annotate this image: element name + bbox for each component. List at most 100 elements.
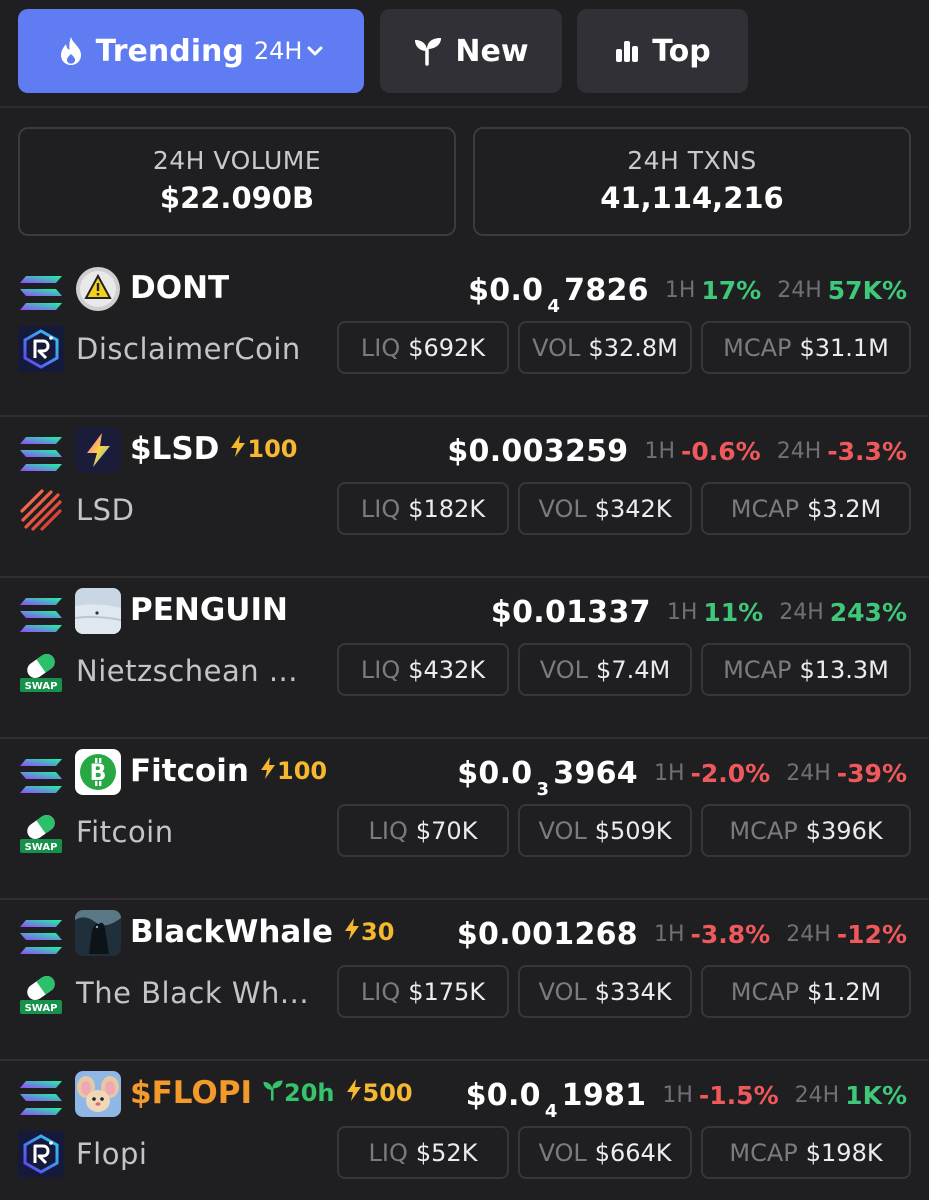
market-cap-value: $1.2M [807,977,882,1006]
volume-pill: VOL $509K [518,804,692,857]
liquidity-pill: LIQ $52K [337,1126,509,1179]
token-row[interactable]: DONT $0.0 4 7826 1H 17% 24H 57K% Disclaime… [0,256,929,417]
change-1h-value: -2.0% [690,758,771,788]
market-cap-pill: MCAP $396K [701,804,911,857]
change-24h-value: 243% [829,597,907,627]
change-1h-value: -0.6% [681,436,761,466]
bar-chart-icon [614,38,640,64]
price-zero-count: 4 [544,1100,558,1122]
tab-trending[interactable]: Trending 24H [18,9,364,93]
sprout-icon [262,1079,284,1107]
volume-label: VOL [539,655,589,684]
tab-top-label: Top [652,33,711,69]
lsd-stripes-icon [18,487,64,533]
txns-stat-value: 41,114,216 [600,181,784,215]
volume-value: $334K [594,977,672,1006]
market-cap-label: MCAP [730,977,800,1006]
volume-pill: VOL $32.8M [518,321,692,374]
market-cap-pill: MCAP $3.2M [701,482,911,535]
change-24h-value: -12% [836,919,907,949]
tab-new-label: New [455,33,529,69]
volume-pill: VOL $7.4M [518,643,692,696]
price-line: $0.0 4 7826 1H 17% 24H 57K% [468,268,907,317]
sprout-icon [413,36,443,66]
change-24h-label: 24H [794,1082,840,1108]
svg-text:SWAP: SWAP [25,1003,58,1014]
market-cap-value: $13.3M [799,655,889,684]
token-row[interactable]: $LSD 100 $0.003259 1H -0.6% 24H -3.3% LS… [0,417,929,578]
token-name-line: $LSD 100 [130,429,298,469]
token-full-name: Fitcoin [76,815,174,849]
volume-label: VOL [532,333,581,362]
boost-badge: 30 [343,917,394,947]
age-badge: 20h [262,1079,335,1107]
boost-value: 30 [361,918,395,946]
price-zero-count: 4 [547,295,561,317]
boost-badge: 100 [229,434,298,464]
change-24h-value: 57K% [827,275,907,305]
market-cap-label: MCAP [723,655,792,684]
liquidity-label: LIQ [360,655,401,684]
market-cap-label: MCAP [729,1138,798,1167]
market-cap-pill: MCAP $13.3M [701,643,911,696]
liquidity-pill: LIQ $70K [337,804,509,857]
liquidity-label: LIQ [360,494,401,523]
change-24h-value: -3.3% [827,436,907,466]
market-cap-value: $31.1M [799,333,889,362]
change-1h-label: 1H [644,438,676,464]
svg-text:SWAP: SWAP [25,681,58,692]
liquidity-pill: LIQ $692K [337,321,509,374]
change-1h-value: -3.8% [690,919,771,949]
raydium-icon [18,1131,64,1177]
change-1h-label: 1H [653,921,685,947]
market-cap-value: $396K [805,816,883,845]
token-row[interactable]: B Fitcoin 100 $0.0 3 3964 1H -2.0% 24H -39… [0,739,929,900]
change-1h-label: 1H [662,1082,693,1108]
bitcoin-green-icon: B [75,749,121,795]
token-row[interactable]: $FLOPI 20h 500 $0.0 4 1981 1H -1.5% 24H 1K… [0,1061,929,1200]
tab-trending-label: Trending [95,33,244,69]
token-full-name: DisclaimerCoin [76,332,301,366]
liquidity-label: LIQ [368,816,408,845]
token-price: $0.01337 [490,594,651,630]
market-cap-pill: MCAP $31.1M [701,321,911,374]
chevron-down-icon[interactable] [306,44,324,58]
token-full-name: LSD [76,493,135,527]
market-cap-value: $198K [805,1138,883,1167]
tab-top[interactable]: Top [577,9,748,93]
volume-value: $7.4M [596,655,671,684]
change-24h-label: 24H [786,921,831,947]
filter-tabs: Trending 24H New Top [0,0,929,108]
tab-new[interactable]: New [380,9,562,93]
token-row[interactable]: BlackWhale 30 $0.001268 1H -3.8% 24H -12… [0,900,929,1061]
change-1h-value: 11% [703,597,764,627]
snow-photo-icon [75,588,121,634]
volume-label: VOL [538,1138,587,1167]
lightning-logo-icon [75,427,121,473]
lightning-icon [229,434,247,464]
token-symbol: PENGUIN [130,592,288,628]
swap-icon: SWAP [18,809,64,855]
volume-pill: VOL $664K [518,1126,692,1179]
token-full-name: Nietzschean ... [76,654,298,688]
txns-stat-label: 24H TXNS [627,146,757,175]
token-price: $0.001268 [456,916,638,952]
token-name-line: BlackWhale 30 [130,912,394,952]
price-line: $0.0 4 1981 1H -1.5% 24H 1K% [466,1073,907,1122]
token-name-line: Fitcoin 100 [130,751,327,791]
token-full-name: Flopi [76,1137,148,1171]
liquidity-value: $70K [415,816,478,845]
token-row[interactable]: PENGUIN $0.01337 1H 11% 24H 243% SWAP Ni… [0,578,929,739]
solana-icon [18,757,64,795]
solana-icon [18,435,64,473]
liquidity-pill: LIQ $432K [337,643,509,696]
liquidity-pill: LIQ $175K [337,965,509,1018]
boost-value: 100 [247,435,298,463]
liquidity-value: $182K [408,494,486,523]
market-cap-pill: MCAP $198K [701,1126,911,1179]
change-24h-label: 24H [776,438,822,464]
volume-value: $664K [594,1138,672,1167]
change-24h-label: 24H [786,760,831,786]
liquidity-value: $175K [408,977,486,1006]
change-1h-label: 1H [653,760,685,786]
